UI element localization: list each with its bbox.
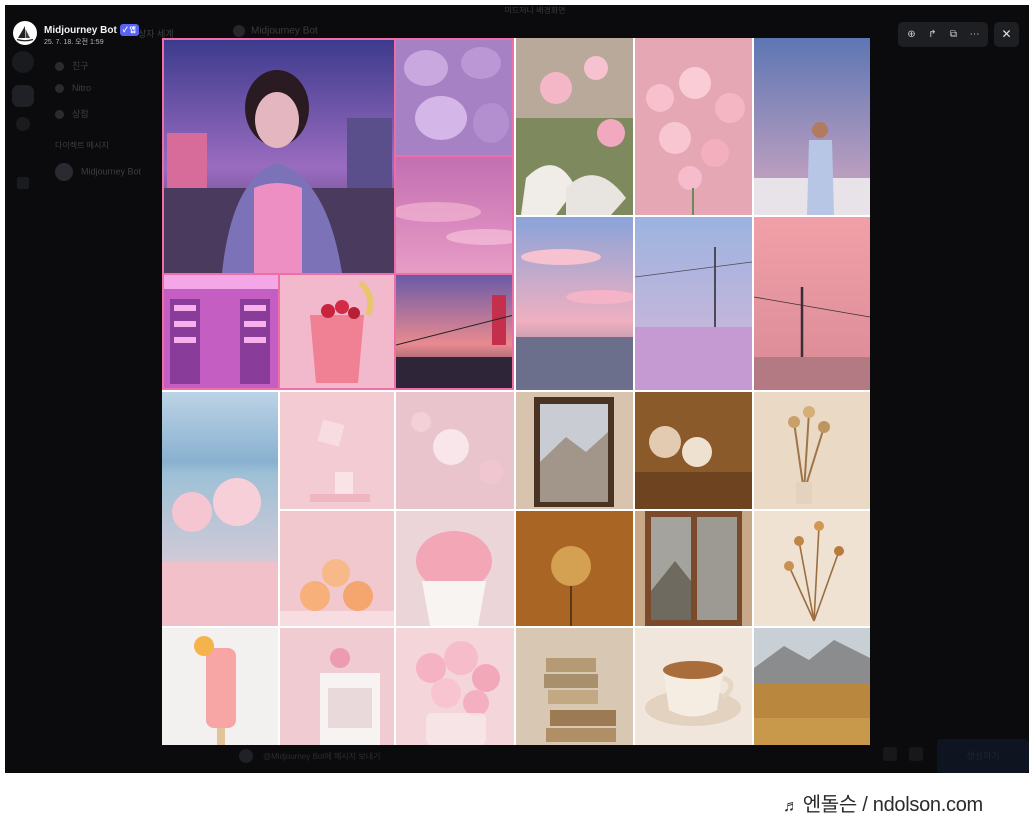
midjourney-logo-icon xyxy=(16,26,34,42)
popsicle-tile xyxy=(162,628,278,745)
tea-cup-tile xyxy=(635,628,752,745)
lavender-field-image xyxy=(635,217,752,390)
lavender-petals-image xyxy=(396,38,514,155)
window-title: 미드저니 배경화면 xyxy=(504,6,566,15)
autumn-valley-tile xyxy=(754,628,870,745)
sneakers-flowers-tile xyxy=(516,38,633,215)
shop-icon xyxy=(55,110,64,120)
pink-sky-tile xyxy=(396,157,514,273)
seaside-blossom-image xyxy=(162,392,278,626)
pink-roses-tile xyxy=(635,38,752,215)
music-note-icon: ♬ xyxy=(783,798,799,815)
highlight-divider xyxy=(394,275,396,390)
image-viewer-overlay: 미드저니 배경화면 상자 세계 친구 Nitro 상점 다이렉트 메시지 Mid… xyxy=(5,5,1029,773)
peaches-image xyxy=(280,511,394,626)
dried-bouquet-vase-tile xyxy=(754,392,870,509)
sunset-street-image xyxy=(396,275,514,390)
pink-roses-image xyxy=(635,38,752,215)
dried-flowers-image xyxy=(635,392,752,509)
tea-cup-image xyxy=(635,628,752,745)
pink-kitchen-tile xyxy=(280,628,394,745)
vintage-books-image xyxy=(516,628,633,745)
girl-twilight-image xyxy=(754,38,870,215)
highlight-divider xyxy=(396,155,514,157)
sidebar-item-shop[interactable]: 상점 xyxy=(55,107,89,121)
author-name[interactable]: Midjourney Bot ✓ 앱 xyxy=(44,24,139,36)
pink-utility-pole-tile xyxy=(754,217,870,390)
ice-cream-tile xyxy=(396,511,514,626)
highlight-divider xyxy=(162,273,514,275)
sunset-street-tile xyxy=(396,275,514,390)
pink-clouds-image xyxy=(396,157,514,273)
avatar xyxy=(233,25,245,37)
strawberry-ice-cream-image xyxy=(396,511,514,626)
autumn-mountains-image xyxy=(754,628,870,745)
app-badge: ✓ 앱 xyxy=(119,24,139,36)
wood-window-mountain-image xyxy=(635,511,752,626)
download-icon[interactable] xyxy=(17,177,29,189)
forward-icon[interactable]: ↱ xyxy=(924,26,942,44)
pink-store-image xyxy=(162,275,278,390)
message-input[interactable]: @Midjourney Bot에 메시지 보내기 xyxy=(233,743,873,769)
girl-portrait-image xyxy=(162,38,394,273)
girl-balcony-tile xyxy=(754,38,870,215)
highlight-divider xyxy=(278,275,280,390)
collage-image[interactable] xyxy=(162,38,870,745)
vending-store-tile xyxy=(162,275,278,390)
window-mountains-image xyxy=(516,392,633,509)
dried-flower-orange-tile xyxy=(516,511,633,626)
power-lines-flowers-tile xyxy=(635,217,752,390)
window-view-tile xyxy=(516,392,633,509)
channel-title: Midjourney Bot xyxy=(233,25,318,37)
sidebar-item-friends[interactable]: 친구 xyxy=(55,59,89,73)
watermark: ♬ 엔돌슨 / ndolson.com xyxy=(783,794,983,816)
pink-drink-tile xyxy=(280,275,394,390)
white-rose-image xyxy=(396,392,514,509)
dried-stems-tile xyxy=(754,511,870,626)
avatar xyxy=(55,163,73,181)
dried-bouquet-image xyxy=(754,392,870,509)
send-button[interactable]: 생성하기 xyxy=(937,739,1029,773)
cherry-drink-image xyxy=(280,275,394,390)
pink-bottle-image xyxy=(280,392,394,509)
purple-flowers-tile xyxy=(396,38,514,155)
pink-popsicle-image xyxy=(162,628,278,745)
window-mountain-tile xyxy=(635,511,752,626)
viewer-toolbar: ⊕ ↱ ⧉ ⋯ xyxy=(898,22,988,47)
seaside-flowers-tile xyxy=(162,392,278,626)
dried-stems-image xyxy=(754,511,870,626)
rose-jar-tile xyxy=(396,628,514,745)
pink-blossom-tile xyxy=(396,392,514,509)
timestamp: 25. 7. 18. 오전 1:59 xyxy=(44,39,104,46)
pink-pole-sky-image xyxy=(754,217,870,390)
open-external-icon[interactable]: ⧉ xyxy=(945,26,963,44)
sneakers-roses-image xyxy=(516,38,633,215)
direct-messages-icon[interactable] xyxy=(12,51,34,73)
add-attachment-icon[interactable] xyxy=(239,749,253,763)
peaches-tile xyxy=(280,511,394,626)
add-server-icon[interactable] xyxy=(16,117,30,131)
sidebar-item-nitro[interactable]: Nitro xyxy=(55,83,91,97)
nitro-icon xyxy=(55,84,64,94)
avatar[interactable] xyxy=(13,21,37,45)
server-rail xyxy=(5,45,39,773)
dm-header: 다이렉트 메시지 xyxy=(55,141,109,150)
city-sunset-tile xyxy=(516,217,633,390)
close-button[interactable]: ✕ xyxy=(994,22,1019,47)
girl-portrait-tile xyxy=(162,38,394,273)
zoom-in-icon[interactable]: ⊕ xyxy=(903,26,921,44)
city-pink-sky-image xyxy=(516,217,633,390)
gif-icon[interactable] xyxy=(883,747,897,761)
dm-item[interactable]: Midjourney Bot xyxy=(55,163,141,181)
pink-still-life-tile xyxy=(280,392,394,509)
orange-dried-flower-image xyxy=(516,511,633,626)
dried-flowers-burlap-tile xyxy=(635,392,752,509)
more-icon[interactable]: ⋯ xyxy=(966,26,984,44)
old-books-tile xyxy=(516,628,633,745)
friends-icon xyxy=(55,62,64,72)
server-icon[interactable] xyxy=(12,85,34,107)
emoji-icon[interactable] xyxy=(909,747,923,761)
roses-in-jar-image xyxy=(396,628,514,745)
pink-oven-image xyxy=(280,628,394,745)
